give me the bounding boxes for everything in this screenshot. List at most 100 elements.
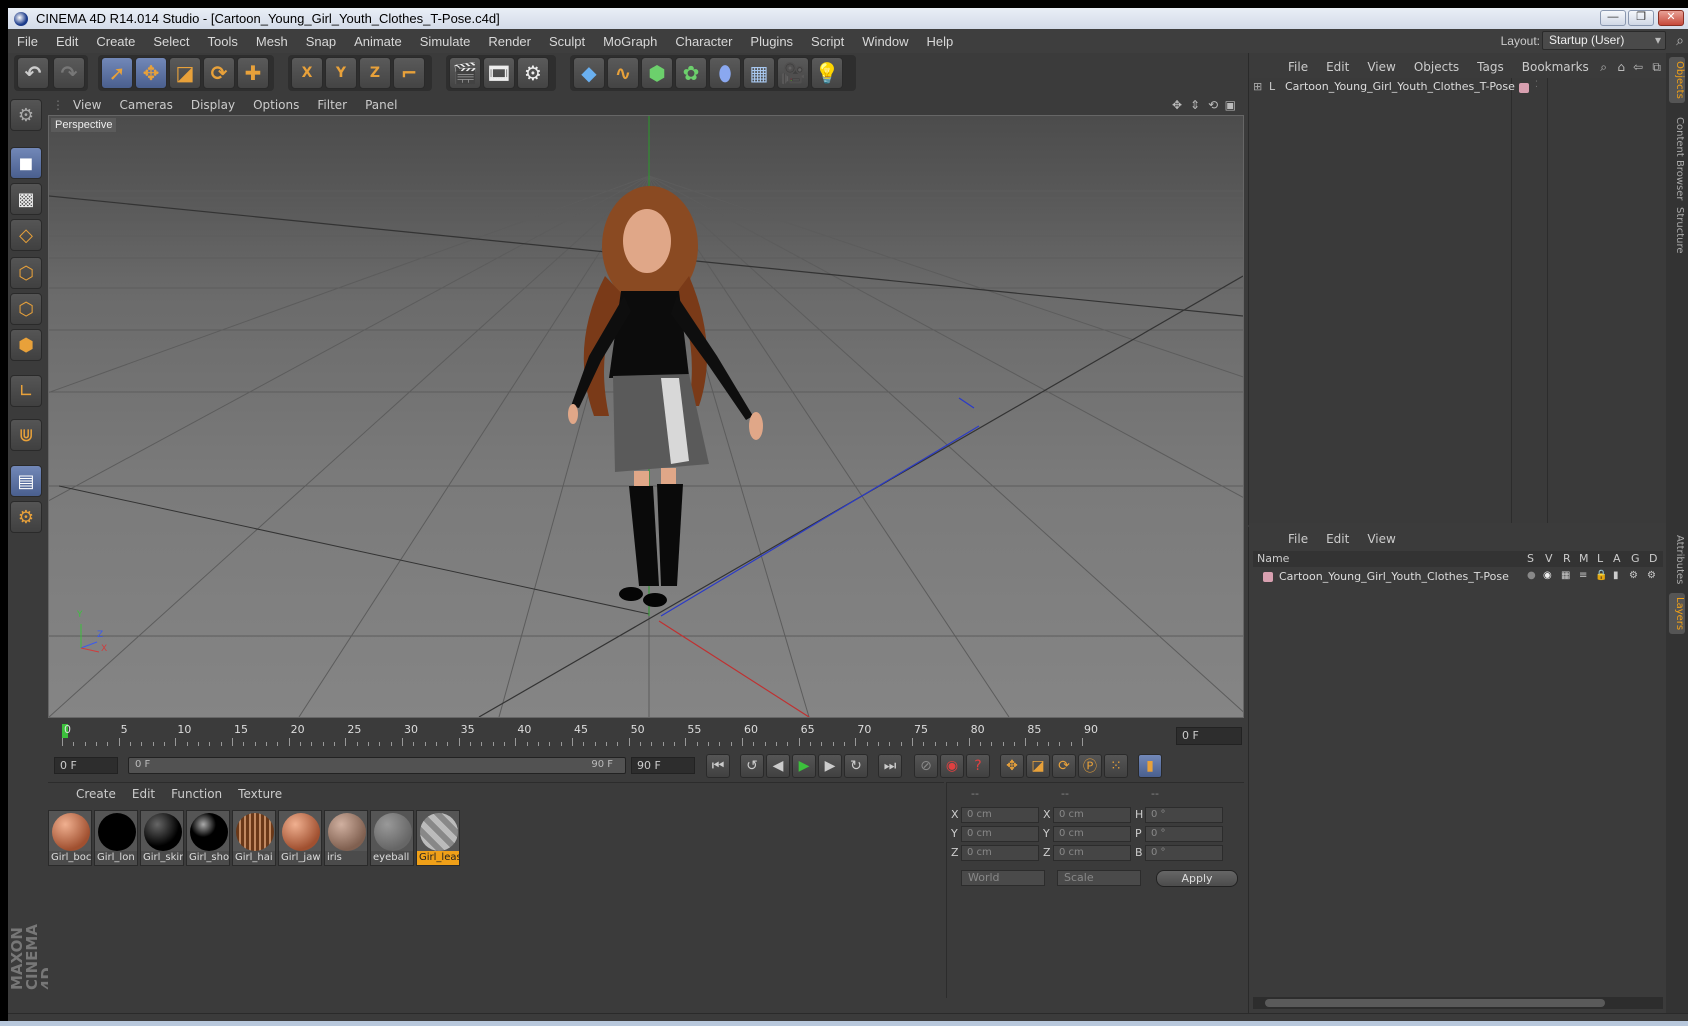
auto-keying-icon[interactable]: ◉: [940, 754, 964, 778]
back-icon[interactable]: ⇦: [1633, 60, 1643, 74]
object-menu-view[interactable]: View: [1358, 60, 1404, 74]
horizontal-scrollbar[interactable]: [1253, 997, 1663, 1009]
home-icon[interactable]: ⌂: [1617, 60, 1625, 74]
search-icon[interactable]: ⌕: [1600, 60, 1607, 75]
tab-layers[interactable]: Layers: [1669, 593, 1685, 635]
material-menu-function[interactable]: Function: [163, 787, 230, 801]
menu-simulate[interactable]: Simulate: [411, 34, 480, 49]
object-name[interactable]: Cartoon_Young_Girl_Youth_Clothes_T-Pose: [1285, 80, 1515, 93]
position-z-field[interactable]: 0 cm: [961, 845, 1039, 861]
rotate-tool-icon[interactable]: ⟳: [203, 57, 235, 89]
layout-dropdown[interactable]: Startup (User): [1542, 31, 1666, 50]
solo-toggle-icon[interactable]: ●: [1527, 570, 1536, 581]
floor-scene-icon[interactable]: ▦: [743, 57, 775, 89]
next-frame-icon[interactable]: ▶: [818, 754, 842, 778]
y-axis-lock-button[interactable]: Y: [325, 57, 357, 89]
rotation-p-field[interactable]: 0 °: [1145, 826, 1223, 842]
column-solo[interactable]: S: [1527, 552, 1534, 565]
cube-primitive-icon[interactable]: ◆: [573, 57, 605, 89]
viewport-maximize-icon[interactable]: ▣: [1225, 98, 1236, 112]
object-menu-tags[interactable]: Tags: [1468, 60, 1513, 74]
go-to-start-icon[interactable]: ⏮: [706, 754, 730, 778]
size-x-field[interactable]: 0 cm: [1053, 807, 1131, 823]
close-button[interactable]: ✕: [1658, 10, 1684, 26]
mograph-cloner-icon[interactable]: ✿: [675, 57, 707, 89]
move-tool-icon[interactable]: ✥: [135, 57, 167, 89]
menu-help[interactable]: Help: [918, 34, 963, 49]
menu-create[interactable]: Create: [87, 34, 144, 49]
make-editable-icon[interactable]: ⚙: [10, 99, 42, 131]
layer-row[interactable]: Cartoon_Young_Girl_Youth_Clothes_T-Pose …: [1253, 569, 1663, 585]
tab-attributes[interactable]: Attributes: [1669, 531, 1685, 588]
edges-mode-icon[interactable]: ⬡: [10, 293, 42, 325]
coordinate-mode-dropdown[interactable]: World: [961, 870, 1045, 886]
record-keys-icon[interactable]: ⊘: [914, 754, 938, 778]
render-picture-viewer-icon[interactable]: 🎞: [483, 57, 515, 89]
keyframe-selection-icon[interactable]: ?: [966, 754, 990, 778]
viewport-menu-options[interactable]: Options: [244, 98, 308, 112]
material-menu-edit[interactable]: Edit: [124, 787, 163, 801]
rotation-b-field[interactable]: 0 °: [1145, 845, 1223, 861]
viewport-menu-display[interactable]: Display: [182, 98, 244, 112]
model-mode-icon[interactable]: ◼: [10, 147, 42, 179]
camera-icon[interactable]: 🎥: [777, 57, 809, 89]
material-swatch[interactable]: Girl_boc: [48, 810, 92, 866]
viewport-menu-filter[interactable]: Filter: [308, 98, 356, 112]
menu-animate[interactable]: Animate: [345, 34, 411, 49]
layer-menu-file[interactable]: File: [1279, 532, 1317, 546]
layer-menu-view[interactable]: View: [1358, 532, 1404, 546]
size-z-field[interactable]: 0 cm: [1053, 845, 1131, 861]
restore-button[interactable]: ❐: [1628, 10, 1654, 26]
menu-file[interactable]: File: [8, 34, 47, 49]
menu-plugins[interactable]: Plugins: [741, 34, 802, 49]
render-toggle-icon[interactable]: ▦: [1561, 570, 1570, 581]
material-swatch[interactable]: Girl_sho: [186, 810, 230, 866]
polygons-mode-icon[interactable]: ⬢: [10, 329, 42, 361]
lock-toggle-icon[interactable]: 🔒: [1595, 570, 1607, 581]
snapping-icon[interactable]: ⋓: [10, 419, 42, 451]
light-icon[interactable]: 💡: [811, 57, 843, 89]
live-selection-icon[interactable]: ➚: [101, 57, 133, 89]
column-locked[interactable]: L: [1597, 552, 1603, 565]
view-toggle-icon[interactable]: ◉: [1543, 570, 1552, 581]
column-generators[interactable]: G: [1631, 552, 1640, 565]
timeline-window-icon[interactable]: ▮: [1138, 754, 1162, 778]
layer-menu-edit[interactable]: Edit: [1317, 532, 1358, 546]
viewport-rotate-icon[interactable]: ⟲: [1208, 98, 1218, 112]
apply-button[interactable]: Apply: [1156, 870, 1238, 887]
column-manager[interactable]: M: [1579, 552, 1589, 565]
texture-mode-icon[interactable]: ▩: [10, 183, 42, 215]
go-to-end-icon[interactable]: ⏭: [878, 754, 902, 778]
render-view-icon[interactable]: 🎬: [449, 57, 481, 89]
range-slider[interactable]: 0 F 90 F: [128, 757, 626, 774]
parameter-key-icon[interactable]: Ⓟ: [1078, 754, 1102, 778]
position-x-field[interactable]: 0 cm: [961, 807, 1039, 823]
points-mode-icon[interactable]: ⬡: [10, 257, 42, 289]
menu-mograph[interactable]: MoGraph: [594, 34, 666, 49]
timeline-ruler[interactable]: 0 5 10 15 20 25 30 35 40 45 50 55 60 65 70 75 80 85 90 0 F: [48, 720, 1244, 750]
next-key-icon[interactable]: ↻: [844, 754, 868, 778]
menu-snap[interactable]: Snap: [297, 34, 345, 49]
deformer-icon[interactable]: ⬮: [709, 57, 741, 89]
animation-toggle-icon[interactable]: ▮: [1613, 570, 1619, 581]
visibility-dots-icon[interactable]: ⁚: [1535, 80, 1538, 90]
generator-toggle-icon[interactable]: ⚙: [1629, 570, 1638, 581]
search-icon[interactable]: ⌕: [1676, 32, 1684, 49]
scrollbar-thumb[interactable]: [1265, 999, 1605, 1007]
menu-edit[interactable]: Edit: [47, 34, 87, 49]
axis-mode-icon[interactable]: ∟: [10, 375, 42, 407]
workplane-mode-icon[interactable]: ◇: [10, 219, 42, 251]
size-y-field[interactable]: 0 cm: [1053, 826, 1131, 842]
minimize-button[interactable]: —: [1600, 10, 1626, 26]
x-axis-lock-button[interactable]: X: [291, 57, 323, 89]
material-swatch[interactable]: Girl_jaw: [278, 810, 322, 866]
manager-toggle-icon[interactable]: ≡: [1579, 570, 1587, 581]
object-menu-objects[interactable]: Objects: [1405, 60, 1468, 74]
viewport-menu-cameras[interactable]: Cameras: [110, 98, 181, 112]
coordinate-system-icon[interactable]: ⌐: [393, 57, 425, 89]
subdivision-surface-icon[interactable]: ⬢: [641, 57, 673, 89]
rotation-h-field[interactable]: 0 °: [1145, 807, 1223, 823]
column-render[interactable]: R: [1563, 552, 1571, 565]
transform-mode-dropdown[interactable]: Scale: [1057, 870, 1141, 886]
menu-render[interactable]: Render: [479, 34, 540, 49]
